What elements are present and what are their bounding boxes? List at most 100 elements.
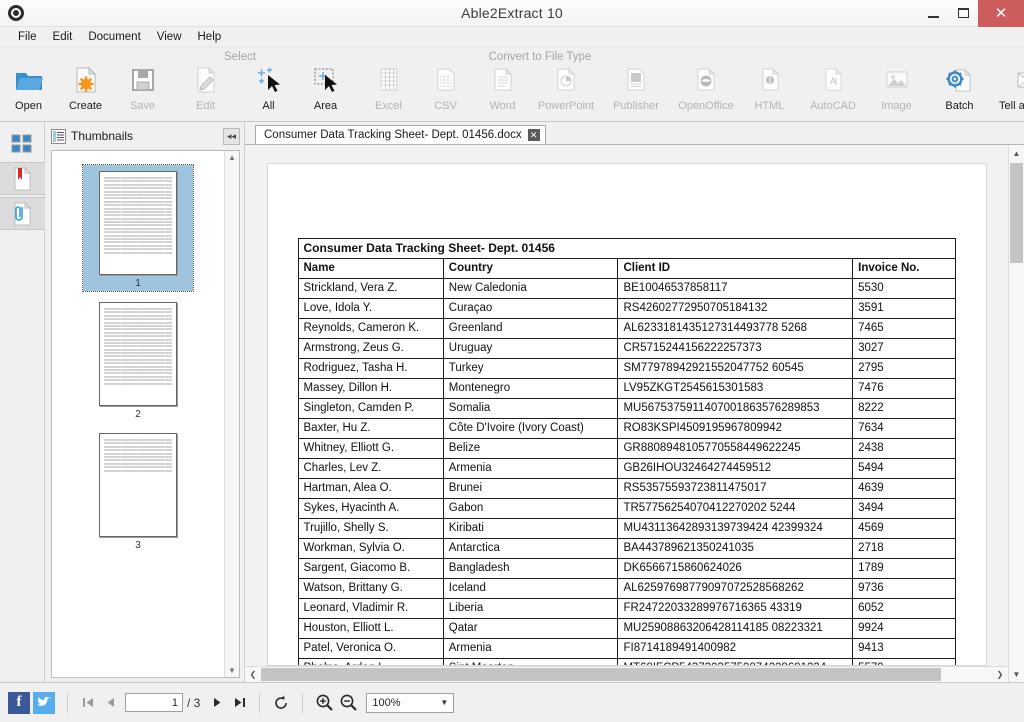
next-page-button[interactable] (206, 692, 228, 714)
batch-button[interactable]: Batch (931, 57, 988, 119)
last-page-button[interactable] (228, 692, 250, 714)
thumbnail-page-2[interactable]: 2 (83, 296, 193, 422)
scroll-right-icon[interactable]: ❯ (992, 667, 1008, 683)
convert-excel-button[interactable]: Excel (360, 57, 417, 119)
convert-word-button[interactable]: Word (474, 57, 531, 119)
attachment-page-icon (14, 201, 32, 225)
ribbon-toolbar: Select Convert to File Type Open Create … (0, 48, 1024, 122)
vscroll-thumb[interactable] (1009, 163, 1023, 263)
menu-file[interactable]: File (10, 29, 45, 45)
menu-edit[interactable]: Edit (45, 29, 81, 45)
svg-text:A: A (830, 76, 836, 86)
scroll-down-icon[interactable]: ▼ (228, 666, 236, 675)
zoom-level-select[interactable]: 100% ▼ (366, 692, 455, 713)
thumbnails-scroll-content: 1 2 3 (52, 151, 224, 677)
menu-view[interactable]: View (149, 29, 190, 45)
cell-invoice: 7476 (852, 378, 956, 399)
page-number-input[interactable] (125, 693, 183, 712)
publisher-label: Publisher (613, 100, 659, 112)
cell-country: Kiribati (442, 518, 619, 539)
prev-page-button[interactable] (99, 692, 121, 714)
cell-country: Liberia (442, 598, 619, 619)
close-tab-button[interactable]: ✕ (527, 129, 540, 141)
thumbnails-scrollbar[interactable]: ▲ ▼ (224, 151, 239, 677)
convert-publisher-button[interactable]: Publisher (601, 57, 671, 119)
cell-country: Uruguay (442, 338, 619, 359)
batch-gear-icon (945, 61, 975, 99)
rotate-icon (275, 695, 288, 709)
cell-name: Patel, Veronica O. (297, 638, 444, 659)
cell-country: Armenia (442, 638, 619, 659)
thumbnail-preview (99, 302, 177, 406)
bookmarks-panel-button[interactable] (0, 162, 45, 195)
save-button[interactable]: Save (114, 57, 171, 119)
thumbnail-page-number: 3 (135, 540, 141, 551)
open-label: Open (15, 100, 42, 112)
cell-invoice: 3591 (852, 298, 956, 319)
openoffice-icon (693, 61, 719, 99)
menu-help[interactable]: Help (190, 29, 230, 45)
openoffice-label: OpenOffice (678, 100, 734, 112)
viewer-horizontal-scrollbar[interactable]: ❮ ❯ (245, 666, 1008, 682)
create-button[interactable]: Create (57, 57, 114, 119)
convert-image-button[interactable]: Image (868, 57, 925, 119)
cell-clientid: DK6566715860624026 (617, 558, 854, 579)
select-all-label: All (262, 100, 275, 112)
cell-name: Hartman, Alea O. (297, 478, 444, 499)
thumbnails-view-toggle[interactable] (6, 127, 39, 160)
hscroll-track[interactable] (261, 667, 992, 683)
cell-name: Leonard, Vladimir R. (297, 598, 444, 619)
rotate-button[interactable] (269, 691, 293, 715)
viewer-vertical-scrollbar[interactable]: ▲ ▼ (1008, 145, 1024, 682)
tell-a-friend-button[interactable]: Tell a Friend (994, 57, 1024, 119)
facebook-share-button[interactable]: f (8, 691, 30, 714)
scroll-up-icon[interactable]: ▲ (228, 153, 236, 162)
convert-autocad-button[interactable]: A AutoCAD (798, 57, 868, 119)
main-body: Thumbnails ◂◂ 1 2 3 ▲ ▼ Consumer Data Tr… (0, 122, 1024, 682)
twitter-bird-icon (37, 696, 52, 706)
scroll-left-icon[interactable]: ❮ (245, 667, 261, 683)
cell-country: Armenia (442, 458, 619, 479)
thumbnail-page-1[interactable]: 1 (82, 164, 194, 292)
cell-clientid: CR5715244156222257373 (617, 338, 854, 359)
select-area-button[interactable]: Area (297, 57, 354, 119)
twitter-share-button[interactable] (33, 691, 55, 714)
cell-invoice: 6052 (852, 598, 956, 619)
hscroll-thumb[interactable] (261, 667, 941, 681)
vscroll-track[interactable] (1009, 161, 1024, 666)
thumbnails-list-icon (51, 128, 66, 144)
table-row: Charles, Lev Z. Armenia GB26IHOU3246427445… (297, 458, 956, 479)
attachments-panel-button[interactable] (0, 197, 45, 230)
zoom-out-button[interactable] (336, 691, 360, 715)
collapse-panel-button[interactable]: ◂◂ (223, 127, 240, 145)
publisher-icon (623, 61, 649, 99)
first-page-button[interactable] (77, 692, 99, 714)
menu-document[interactable]: Document (80, 29, 148, 45)
cell-invoice: 9924 (852, 618, 956, 639)
open-button[interactable]: Open (0, 57, 57, 119)
convert-powerpoint-button[interactable]: PowerPoint (531, 57, 601, 119)
thumbnail-page-3[interactable]: 3 (83, 427, 193, 553)
table-row: Reynolds, Cameron K. Greenland AL623318143… (297, 318, 956, 339)
save-label: Save (129, 100, 156, 112)
tell-a-friend-label: Tell a Friend (999, 100, 1024, 112)
select-all-button[interactable]: All (240, 57, 297, 119)
scroll-up-icon[interactable]: ▲ (1009, 145, 1024, 161)
cell-clientid: MU5675375911407001863576289853 (617, 398, 854, 419)
convert-html-button[interactable]: HTML (741, 57, 798, 119)
autocad-icon: A (820, 61, 846, 99)
document-tab[interactable]: Consumer Data Tracking Sheet- Dept. 0145… (255, 125, 546, 144)
thumbnail-preview (99, 171, 177, 275)
edit-button[interactable]: Edit (177, 57, 234, 119)
table-row: Phelps, Arden L.Sint MaartenMT68IFCP5437… (297, 658, 956, 665)
table-header-row: Name Country Client ID Invoice No. (297, 258, 956, 279)
cell-country: Antarctica (442, 538, 619, 559)
zoom-in-button[interactable] (312, 691, 336, 715)
scroll-down-icon[interactable]: ▼ (1009, 666, 1024, 682)
csv-icon (433, 61, 459, 99)
convert-csv-button[interactable]: CSV (417, 57, 474, 119)
status-bar: f / 3 (0, 682, 1024, 722)
powerpoint-label: PowerPoint (537, 100, 595, 112)
convert-openoffice-button[interactable]: OpenOffice (671, 57, 741, 119)
cell-invoice: 8222 (852, 398, 956, 419)
